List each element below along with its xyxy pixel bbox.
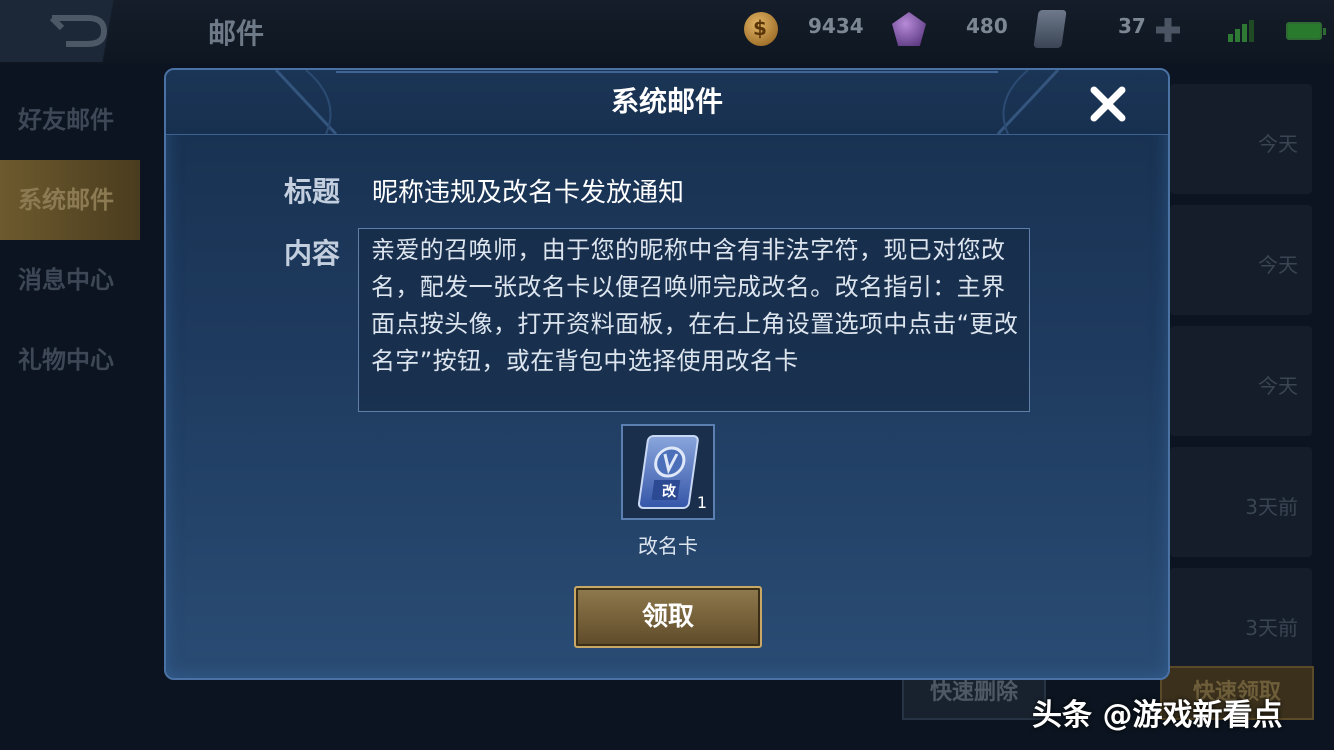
battery-icon: [1286, 22, 1326, 40]
list-item[interactable]: 今天: [1170, 205, 1312, 315]
sidebar-item-message-center[interactable]: 消息中心: [0, 240, 140, 320]
mail-date: 今天: [1258, 132, 1298, 156]
mail-date: 今天: [1258, 374, 1298, 398]
list-item[interactable]: 今天: [1170, 326, 1312, 436]
sidebar-item-friend-mail[interactable]: 好友邮件: [0, 80, 140, 160]
watermark: 头条 @游戏新看点: [1032, 698, 1283, 733]
sidebar: 好友邮件 系统邮件 消息中心 礼物中心: [0, 80, 140, 400]
back-arrow-icon: [49, 15, 108, 47]
mail-date: 3天前: [1245, 616, 1298, 640]
signal-icon: [1228, 20, 1254, 42]
reward-item-slot[interactable]: 改 1: [621, 424, 715, 520]
content-label: 内容: [284, 237, 341, 270]
back-button[interactable]: [0, 0, 150, 62]
claim-button[interactable]: 领取: [574, 586, 762, 648]
list-item[interactable]: 3天前: [1170, 568, 1312, 678]
card-icon: [1033, 10, 1067, 48]
mail-content-text: 亲爱的召唤师，由于您的昵称中含有非法字符，现已对您改名，配发一张改名卡以便召唤师…: [371, 236, 1019, 375]
card-count: 37: [1118, 14, 1146, 38]
rename-card-icon: 改: [637, 435, 699, 509]
mail-subject: 昵称违规及改名卡发放通知: [372, 178, 685, 208]
plus-icon[interactable]: [1152, 14, 1184, 46]
sidebar-item-system-mail[interactable]: 系统邮件: [0, 160, 140, 240]
subject-label: 标题: [284, 175, 341, 208]
sidebar-item-gift-center[interactable]: 礼物中心: [0, 320, 140, 400]
close-icon[interactable]: [1084, 80, 1132, 128]
reward-quantity: 1: [696, 493, 707, 512]
mail-date: 3天前: [1245, 495, 1298, 519]
gem-icon: [892, 12, 926, 46]
coin-count: 9434: [808, 14, 864, 38]
dialog-header: 系统邮件: [166, 70, 1168, 135]
reward-name: 改名卡: [638, 534, 698, 558]
rename-card-glyph: 改: [662, 483, 677, 500]
list-item[interactable]: 3天前: [1170, 447, 1312, 557]
system-mail-dialog: 系统邮件 标题 昵称违规及改名卡发放通知 内容 亲爱的召唤师，由于您的昵称中含有…: [164, 68, 1170, 680]
mail-content-box[interactable]: 亲爱的召唤师，由于您的昵称中含有非法字符，现已对您改名，配发一张改名卡以便召唤师…: [358, 228, 1030, 412]
page-title: 邮件: [208, 17, 265, 50]
gem-count: 480: [966, 14, 1008, 38]
coin-icon: $: [744, 12, 778, 46]
dialog-title: 系统邮件: [610, 85, 723, 118]
mail-date: 今天: [1258, 253, 1298, 277]
list-item[interactable]: 今天: [1170, 84, 1312, 194]
top-bar: 邮件 $ 9434 480 37: [0, 0, 1334, 64]
